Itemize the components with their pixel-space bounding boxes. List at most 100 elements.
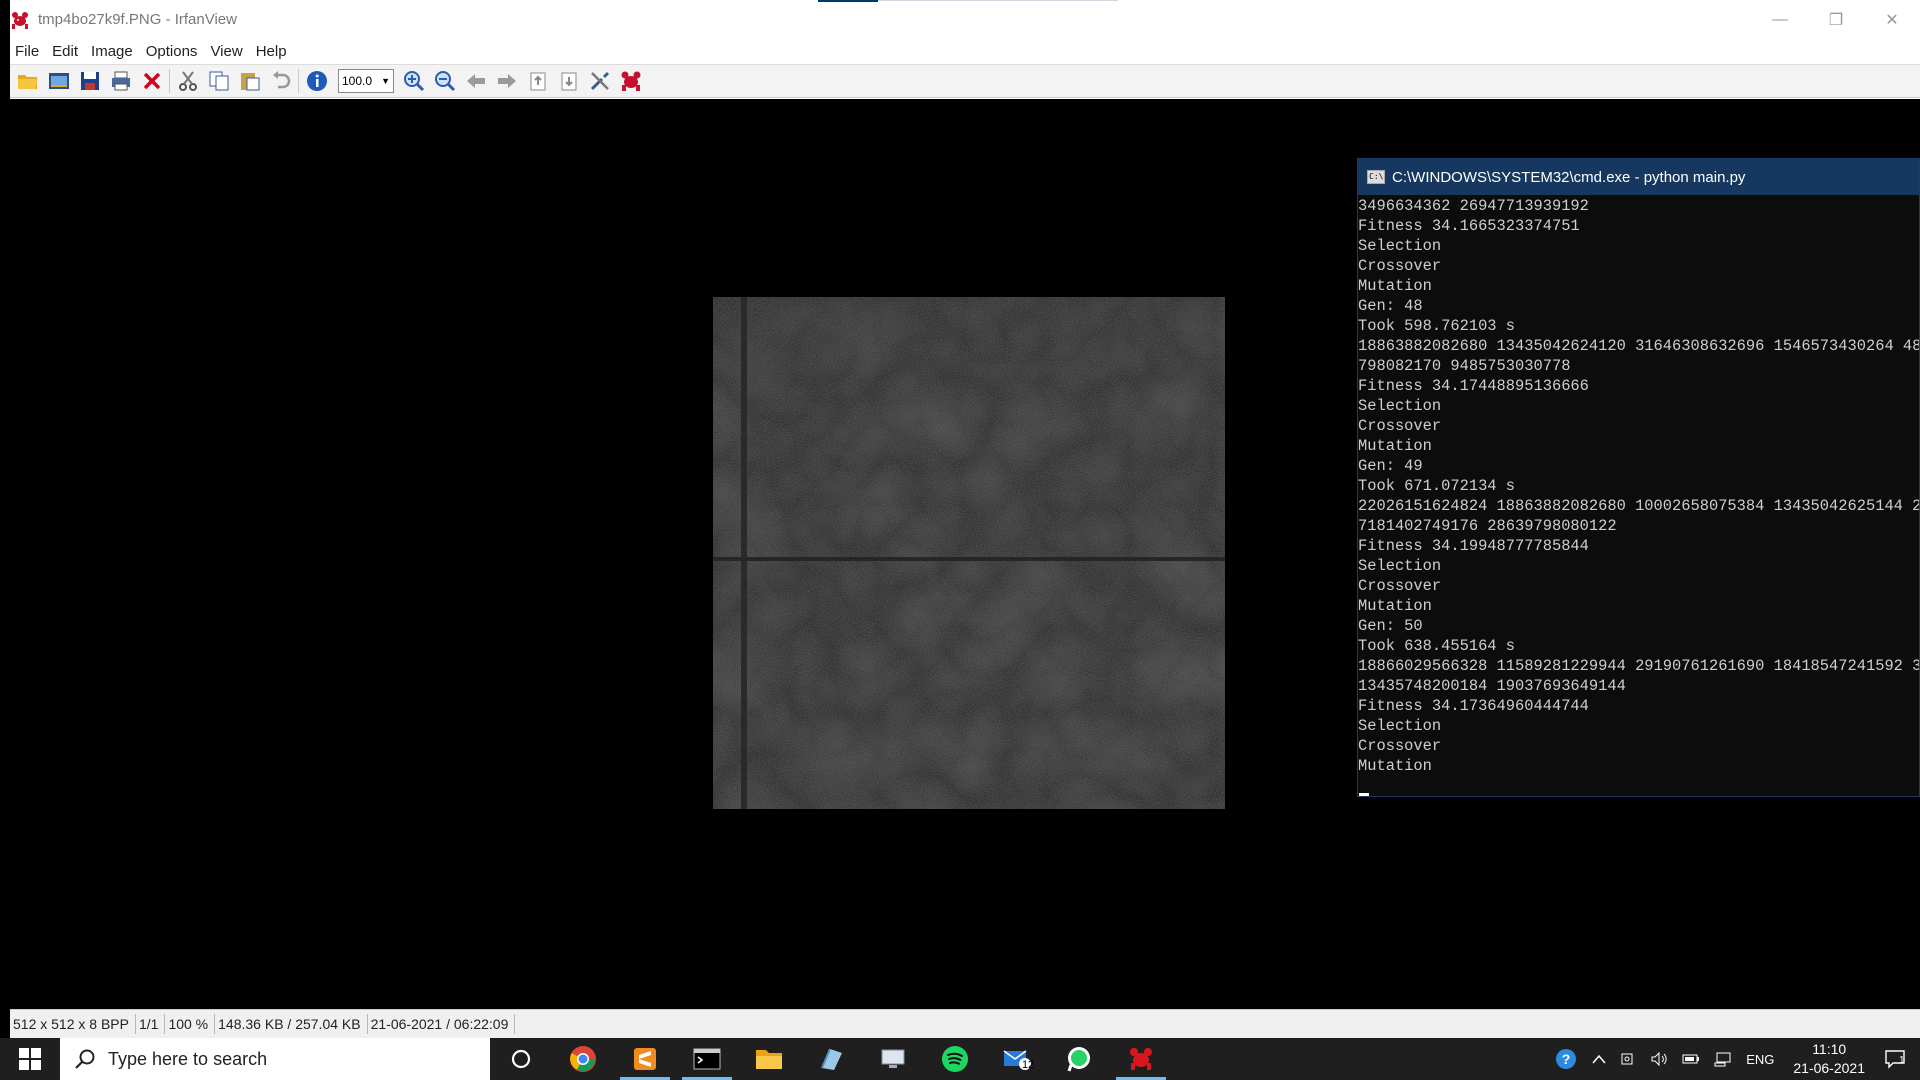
cmd-line: Crossover (1358, 257, 1442, 275)
previous-icon (466, 74, 485, 88)
cmd-window[interactable]: C:\ C:\WINDOWS\SYSTEM32\cmd.exe - python… (1357, 158, 1920, 797)
slideshow-icon (48, 73, 69, 89)
window-title: tmp4bo27k9f.PNG - IrfanView (38, 11, 237, 28)
search-placeholder: Type here to search (108, 1048, 268, 1069)
cut-button[interactable] (172, 66, 203, 96)
taskbar-file-explorer[interactable] (738, 1038, 800, 1080)
save-button[interactable] (74, 66, 105, 96)
menu-options[interactable]: Options (141, 43, 206, 60)
help-icon: ? (1556, 1049, 1577, 1069)
cmd-line: 3496634362 26947713939192 (1358, 197, 1589, 215)
taskbar-cortana[interactable] (490, 1038, 552, 1080)
cmd-line: Mutation (1358, 757, 1432, 775)
taskbar-terminal[interactable] (676, 1038, 738, 1080)
action-center[interactable]: 1 (1884, 1049, 1906, 1069)
last-page-button[interactable] (553, 66, 584, 96)
network-tray[interactable] (1714, 1051, 1732, 1067)
language-indicator[interactable]: ENG (1746, 1052, 1774, 1067)
zoom-out-button[interactable] (429, 66, 460, 96)
status-page: 1/1 (136, 1014, 166, 1034)
cmd-line: Selection (1358, 557, 1442, 575)
window-edge-highlight (878, 0, 1118, 1)
cmd-line: 13435748200184 19037693649144 (1358, 677, 1626, 695)
cmd-line: Fitness 34.19948777785844 (1358, 537, 1589, 555)
whatsapp-icon (1067, 1047, 1090, 1072)
print-button[interactable] (105, 66, 136, 96)
irfanview-icon (621, 71, 640, 91)
webcam-tray[interactable] (1620, 1051, 1636, 1067)
taskbar-irfanview[interactable] (1110, 1038, 1172, 1080)
menu-help[interactable]: Help (251, 43, 295, 60)
battery-icon (1682, 1054, 1700, 1064)
mail-badge: 12 (1022, 1059, 1035, 1071)
menu-image[interactable]: Image (86, 43, 141, 60)
previous-button[interactable] (460, 66, 491, 96)
chevron-up-icon (1592, 1054, 1606, 1064)
cmd-line: Mutation (1358, 597, 1432, 615)
cmd-line: Took 671.072134 s (1358, 477, 1516, 495)
windows-icon (19, 1048, 41, 1070)
taskbar-notepad[interactable] (800, 1038, 862, 1080)
open-button[interactable] (12, 66, 43, 96)
paste-icon (240, 73, 259, 91)
status-zoom: 100 % (165, 1014, 216, 1034)
clock[interactable]: 11:10 21-06-2021 (1793, 1040, 1865, 1078)
taskbar-spotify[interactable] (924, 1038, 986, 1080)
cmd-line: 7181402749176 28639798080122 (1358, 517, 1617, 535)
undo-button[interactable] (265, 66, 296, 96)
toolbar-separator (298, 69, 299, 93)
noise-image (713, 297, 1225, 809)
info-button[interactable] (301, 66, 332, 96)
restore-button[interactable]: ❐ (1808, 0, 1864, 39)
copy-button[interactable] (203, 66, 234, 96)
taskbar-whatsapp[interactable] (1048, 1038, 1110, 1080)
menu-file[interactable]: File (10, 43, 47, 60)
delete-button[interactable] (136, 66, 167, 96)
taskbar-chrome[interactable] (552, 1038, 614, 1080)
undo-icon (272, 71, 290, 89)
settings-button[interactable] (584, 66, 615, 96)
volume-tray[interactable] (1650, 1051, 1668, 1067)
taskbar-remote-desktop[interactable] (862, 1038, 924, 1080)
first-page-button[interactable] (522, 66, 553, 96)
next-button[interactable] (491, 66, 522, 96)
clock-time: 11:10 (1812, 1041, 1847, 1057)
status-datetime: 21-06-2021 / 06:22:09 (368, 1014, 516, 1034)
cortana-icon (511, 1049, 531, 1069)
slideshow-button[interactable] (43, 66, 74, 96)
toolbar: 100.0 ▼ (10, 64, 1920, 98)
chrome-icon (570, 1046, 596, 1072)
notification-count: 1 (1899, 1055, 1905, 1066)
taskbar-mail[interactable]: 12 (986, 1038, 1048, 1080)
terminal-icon (693, 1048, 721, 1070)
menu-bar: File Edit Image Options View Help (10, 39, 1920, 63)
cmd-cursor (1359, 793, 1369, 796)
cmd-line: Fitness 34.17448895136666 (1358, 377, 1589, 395)
show-hidden-icons[interactable] (1592, 1054, 1606, 1064)
cmd-line: Selection (1358, 717, 1442, 735)
window-focus-indicator (818, 0, 878, 2)
battery-tray[interactable] (1682, 1052, 1700, 1066)
zoom-select[interactable]: 100.0 ▼ (338, 69, 394, 93)
title-bar[interactable]: tmp4bo27k9f.PNG - IrfanView — ❐ ✕ (10, 0, 1920, 39)
paste-button[interactable] (234, 66, 265, 96)
svg-text:?: ? (1562, 1051, 1571, 1067)
close-button[interactable]: ✕ (1864, 0, 1920, 39)
taskbar-sublime-text[interactable] (614, 1038, 676, 1080)
irfanview-icon[interactable] (10, 10, 30, 30)
status-bar: 512 x 512 x 8 BPP 1/1 100 % 148.36 KB / … (10, 1009, 1920, 1038)
irfanview-about-button[interactable] (615, 66, 646, 96)
menu-view[interactable]: View (205, 43, 250, 60)
save-icon (80, 72, 99, 90)
cmd-line: Selection (1358, 237, 1442, 255)
search-input[interactable]: Type here to search (60, 1038, 490, 1080)
minimize-button[interactable]: — (1752, 0, 1808, 39)
help-tray[interactable]: ? (1554, 1047, 1578, 1071)
start-button[interactable] (0, 1038, 60, 1080)
cmd-title-bar[interactable]: C:\ C:\WINDOWS\SYSTEM32\cmd.exe - python… (1358, 159, 1919, 195)
zoom-out-icon (434, 71, 455, 92)
menu-edit[interactable]: Edit (47, 43, 86, 60)
cmd-output[interactable]: 3496634362 26947713939192 Fitness 34.1665… (1358, 195, 1919, 776)
zoom-in-button[interactable] (398, 66, 429, 96)
displayed-image[interactable] (713, 297, 1225, 809)
